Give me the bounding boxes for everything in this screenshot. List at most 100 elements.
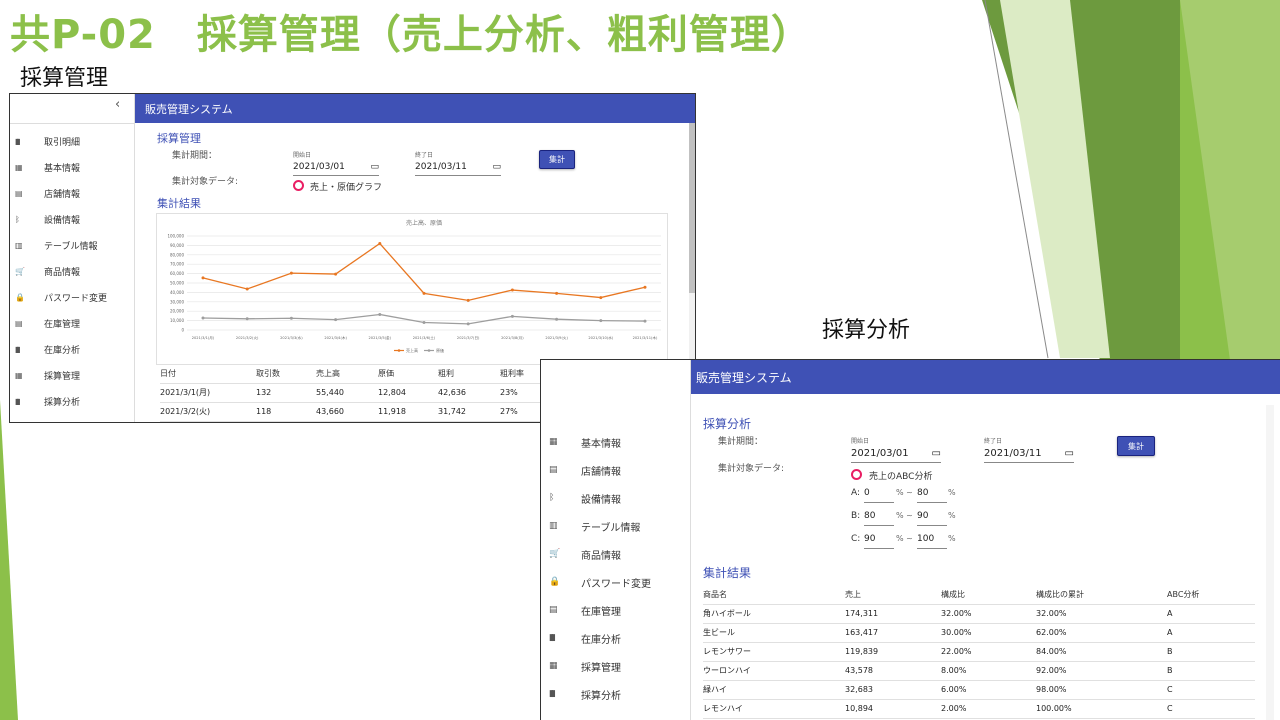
end-date-input[interactable]: 2021/03/11 ▭ xyxy=(415,159,501,176)
start-date-input[interactable]: 2021/03/01 ▭ xyxy=(293,159,379,176)
data-point xyxy=(245,317,249,321)
column-header: 構成比 xyxy=(941,585,1036,605)
table-cell: 12,804 xyxy=(378,383,438,403)
sidebar-item-4[interactable]: ▥ テーブル情報 xyxy=(10,232,134,258)
data-point xyxy=(599,296,603,300)
data-point xyxy=(510,288,514,292)
screenshot-profit-analysis: 販売管理システム ▦ 基本情報 ▤ 店舗情報 ᛒ 設備情報 ▥ テーブル情報 🛒 商品情報 🔒 パスワ… xyxy=(540,359,1280,720)
range-from-input[interactable]: 0 xyxy=(864,488,894,503)
table-cell: 42,636 xyxy=(438,383,500,403)
x-tick-label: 2021/3/3(水) xyxy=(280,335,303,340)
range-to-input[interactable]: 80 xyxy=(917,488,947,503)
y-tick-label: 30,000 xyxy=(170,299,184,304)
sidebar-item-label: 店舗情報 xyxy=(44,189,81,200)
sidebar-item-3[interactable]: ▥ テーブル情報 xyxy=(541,512,690,540)
sidebar-item-9[interactable]: ▮▮ 採算分析 xyxy=(541,680,690,708)
sidebar-item-7[interactable]: ▤ 在庫管理 xyxy=(10,310,134,336)
sidebar-item-label: 基本情報 xyxy=(581,438,621,450)
table-cell: 2021/3/1(月) xyxy=(160,383,256,403)
x-tick-label: 2021/3/10(水) xyxy=(588,335,613,340)
table-row: レモンハイ 10,894 2.00% 100.00% C xyxy=(703,699,1255,719)
range-to-input[interactable]: 100 xyxy=(917,534,947,549)
building-icon: ▦ xyxy=(549,437,557,447)
sidebar-item-5[interactable]: 🛒 商品情報 xyxy=(10,258,134,284)
start-date-input[interactable]: 2021/03/01 ▭ xyxy=(851,445,941,463)
table-cell: 55,440 xyxy=(316,383,378,403)
sidebar-item-label: 在庫分析 xyxy=(581,634,621,646)
y-tick-label: 70,000 xyxy=(170,262,184,267)
sidebar-item-1[interactable]: ▤ 店舗情報 xyxy=(541,456,690,484)
radio-sales-abc[interactable] xyxy=(851,469,862,480)
sidebar-item-label: 基本情報 xyxy=(44,163,81,174)
sidebar-item-5[interactable]: 🔒 パスワード変更 xyxy=(541,568,690,596)
table-row: 生ビール 163,417 30.00% 62.00% A xyxy=(703,623,1255,643)
sidebar-item-8[interactable]: ▦ 採算管理 xyxy=(541,652,690,680)
building-icon: ▦ xyxy=(549,661,557,671)
section-title: 採算管理 xyxy=(157,132,201,145)
sidebar-item-4[interactable]: 🛒 商品情報 xyxy=(541,540,690,568)
table-cell: 緑ハイ xyxy=(703,680,845,700)
table-row: 緑ハイ 32,683 6.00% 98.00% C xyxy=(703,680,1255,700)
caption-management: 採算管理 xyxy=(20,66,109,91)
aggregate-button[interactable]: 集計 xyxy=(539,150,575,169)
range-label: B: xyxy=(851,511,861,521)
chevron-left-icon[interactable]: ‹ xyxy=(115,97,120,112)
range-percent: % xyxy=(948,488,956,497)
start-date-value: 2021/03/01 xyxy=(851,448,909,459)
data-point xyxy=(378,242,382,246)
bar-chart-icon: ▮▮ xyxy=(15,344,21,354)
table-cell: 100.00% xyxy=(1036,699,1167,719)
sidebar-item-0[interactable]: ▦ 基本情報 xyxy=(541,428,690,456)
aggregate-button[interactable]: 集計 xyxy=(1117,436,1155,456)
sidebar-item-6[interactable]: ▤ 在庫管理 xyxy=(541,596,690,624)
table-cell: 32.00% xyxy=(941,604,1036,624)
x-tick-label: 2021/3/2(火) xyxy=(236,335,259,340)
data-point xyxy=(378,312,382,316)
scrollbar[interactable] xyxy=(1266,405,1274,720)
table-cell: 163,417 xyxy=(845,623,941,643)
data-point xyxy=(289,316,293,320)
sidebar-item-10[interactable]: ▮▮ 採算分析 xyxy=(10,388,134,414)
sidebar-item-7[interactable]: ▮▮ 在庫分析 xyxy=(541,624,690,652)
x-tick-label: 2021/3/4(木) xyxy=(324,335,347,340)
table-cell: 生ビール xyxy=(703,623,845,643)
sidebar-item-6[interactable]: 🔒 パスワード変更 xyxy=(10,284,134,310)
data-point xyxy=(334,272,338,276)
app-bar: 販売管理システム xyxy=(135,94,695,123)
table-row: 角ハイボール 174,311 32.00% 32.00% A xyxy=(703,604,1255,624)
y-tick-label: 100,000 xyxy=(167,234,184,239)
legend-marker xyxy=(427,349,431,352)
sidebar-item-2[interactable]: ᛒ 設備情報 xyxy=(541,484,690,512)
table-row: レモンサワー 119,839 22.00% 84.00% B xyxy=(703,642,1255,662)
table-cell: A xyxy=(1167,604,1255,624)
sidebar-item-label: 在庫分析 xyxy=(44,345,81,356)
sidebar-item-0[interactable]: ▮▮ 取引明細 xyxy=(10,128,134,154)
table-cell: 92.00% xyxy=(1036,661,1167,681)
store-icon: ▤ xyxy=(549,465,557,475)
sidebar-item-label: 在庫管理 xyxy=(581,606,621,618)
range-from-input[interactable]: 90 xyxy=(864,534,894,549)
sidebar-item-1[interactable]: ▦ 基本情報 xyxy=(10,154,134,180)
sidebar-item-2[interactable]: ▤ 店舗情報 xyxy=(10,180,134,206)
sidebar-item-9[interactable]: ▦ 採算管理 xyxy=(10,362,134,388)
y-tick-label: 60,000 xyxy=(170,271,184,276)
radio-sales-cost-graph[interactable] xyxy=(293,180,304,191)
table-cell: 62.00% xyxy=(1036,623,1167,643)
sidebar-item-3[interactable]: ᛒ 設備情報 xyxy=(10,206,134,232)
bar-chart-icon: ▮▮ xyxy=(549,689,556,699)
table-header-row: 商品名 売上 構成比 構成比の累計 ABC分析 xyxy=(703,585,1255,605)
range-to-input[interactable]: 90 xyxy=(917,511,947,526)
table-cell: 角ハイボール xyxy=(703,604,845,624)
sidebar-item-8[interactable]: ▮▮ 在庫分析 xyxy=(10,336,134,362)
y-tick-label: 10,000 xyxy=(170,318,184,323)
column-header: 日付 xyxy=(160,364,256,384)
data-point xyxy=(643,319,647,323)
sidebar: ▦ 基本情報 ▤ 店舗情報 ᛒ 設備情報 ▥ テーブル情報 🛒 商品情報 🔒 パスワード変更 ▤ 在庫管理… xyxy=(541,360,691,720)
end-date-input[interactable]: 2021/03/11 ▭ xyxy=(984,445,1074,463)
table-cell: 2.00% xyxy=(941,699,1036,719)
target-data-label: 集計対象データ: xyxy=(172,177,239,187)
range-from-input[interactable]: 80 xyxy=(864,511,894,526)
results-title: 集計結果 xyxy=(157,197,201,210)
data-point xyxy=(466,298,470,302)
table-cell: 11,918 xyxy=(378,402,438,422)
